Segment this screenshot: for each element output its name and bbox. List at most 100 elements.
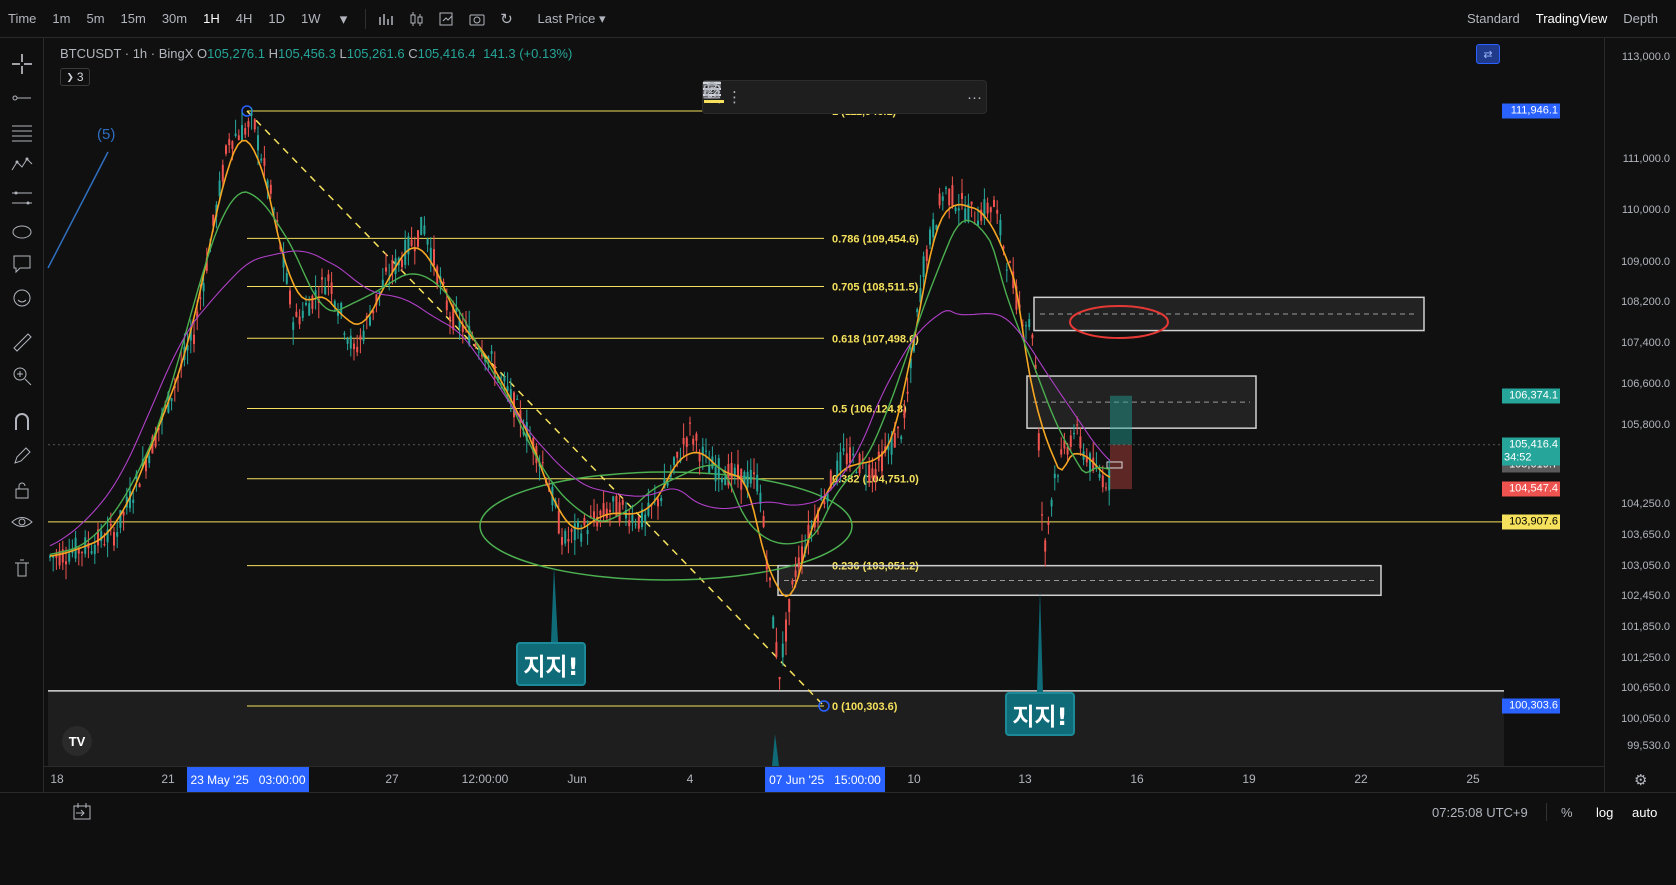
fib-tool-icon[interactable] [8,118,36,146]
unlock-icon[interactable] [705,82,916,111]
trend-line-icon[interactable] [8,84,36,112]
price-scale[interactable]: 113,000.0 111,000.0 110,000.0 109,000.0 108,… [1604,38,1676,812]
view-standard[interactable]: Standard [1459,0,1528,38]
candle-body [477,351,480,353]
interval-1d[interactable]: 1D [260,0,293,38]
trash-icon[interactable] [8,554,36,582]
interval-1h[interactable]: 1H [195,0,228,38]
candles-icon[interactable] [402,0,432,38]
date-range-icon[interactable] [72,803,92,824]
zoom-in-icon[interactable] [8,362,36,390]
view-depth[interactable]: Depth [1615,0,1666,38]
price-tick: 101,250.0 [1621,651,1670,664]
selection-start-date: 23 May '25 [190,772,249,787]
interval-30m[interactable]: 30m [154,0,195,38]
indicator-count: 3 [76,70,84,84]
interval-dropdown-icon[interactable]: ▾ [329,0,359,38]
interval-4h[interactable]: 4H [228,0,261,38]
interval-15m[interactable]: 15m [113,0,154,38]
price-source-dropdown[interactable]: Last Price ▾ [530,0,614,38]
refresh-icon[interactable]: ↻ [492,0,522,38]
candle-body [241,125,243,141]
candle-body [753,472,755,475]
time-tick: 12:00:00 [461,772,509,786]
candle-body [381,279,384,287]
eye-icon[interactable] [8,508,36,536]
magnet-icon[interactable] [8,408,36,436]
chart-settings-icon[interactable]: ⚙ [1634,771,1647,789]
time-axis[interactable]: 25 22 19 16 13 10 4 Jun 12:00:00 27 21 18 23 May '2… [44,766,1604,792]
drawing-toolbar [0,38,44,850]
interval-5m[interactable]: 5m [78,0,112,38]
candle-body [1031,334,1034,339]
candle-body [349,335,352,349]
candle-body [689,422,691,424]
chart-pane[interactable]: 1 (111,946.1)0.786 (109,454.6)0.705 (108… [44,38,1604,812]
templates-icon[interactable] [703,81,776,111]
shape-icon[interactable] [8,218,36,246]
candle-body [922,256,925,278]
candle-body [903,409,906,418]
candle-body [945,187,947,190]
drawing-options-bar: ⋮⋮ ··· [702,80,987,114]
view-tradingview[interactable]: TradingView [1528,0,1616,38]
candle-body [1069,435,1072,448]
candle-body [618,502,621,522]
more-icon[interactable]: ··· [963,83,986,111]
price-chart[interactable]: 1 (111,946.1)0.786 (109,454.6)0.705 (108… [44,38,1604,766]
projection-icon[interactable] [8,184,36,212]
auto-toggle[interactable]: auto [1632,805,1657,820]
interval-1m[interactable]: 1m [44,0,78,38]
candle-body [1098,473,1101,478]
settings-icon[interactable] [704,81,881,111]
candle-body [1025,325,1027,327]
camera-icon[interactable] [462,0,492,38]
candle-body [993,199,995,207]
candle-body [401,259,403,268]
ruler-icon[interactable] [8,328,36,356]
lock-icon[interactable] [8,476,36,504]
candle-body [356,346,359,353]
candle-body [221,164,224,182]
candle-body [1057,475,1059,477]
candle-body [637,516,640,529]
candle-body [612,496,615,502]
candle-body [845,453,848,465]
time-tick: 22 [1354,772,1368,786]
high-label: H [268,46,279,61]
price-scale-mode-icon[interactable]: ⇄ [1476,44,1500,64]
candle-body [81,552,83,554]
candle-body [893,432,896,448]
clock[interactable]: 07:25:08 UTC+9 [1432,805,1528,820]
candle-body [90,551,93,554]
candle-body [916,309,919,313]
candle-body [647,502,650,516]
emoji-icon[interactable] [8,284,36,312]
low-label: L [339,46,347,61]
time-label[interactable]: Time [0,0,44,38]
bar-chart-icon[interactable] [372,0,402,38]
candle-body [1009,261,1011,263]
delete-icon[interactable] [705,81,951,111]
percent-toggle[interactable]: % [1561,805,1573,820]
change-value: 141.3 (+0.13%) [483,46,573,61]
pencil-lock-icon[interactable] [8,442,36,470]
support-callout-pointer [1037,590,1043,692]
selection-end-time: 15:00:00 [834,772,881,787]
pattern-icon[interactable] [8,150,36,178]
indicators-toggle[interactable]: ❯ 3 [60,68,90,86]
log-toggle[interactable]: log [1596,805,1613,820]
fib-level-label: 0.5 (106,124.8) [832,404,907,416]
candle-body [865,475,867,477]
candle-body [1079,436,1082,449]
interval-1w[interactable]: 1W [293,0,329,38]
comment-icon[interactable] [8,250,36,278]
candle-body [103,544,106,546]
crosshair-icon[interactable] [8,50,36,78]
price-tick: 108,200.0 [1621,296,1670,309]
symbol-name[interactable]: BTCUSDT · 1h · BingX [60,46,193,61]
indicators-icon[interactable] [432,0,462,38]
line-color-icon[interactable] [704,83,811,111]
line-style-icon[interactable] [703,82,846,111]
candle-body [1053,473,1056,479]
